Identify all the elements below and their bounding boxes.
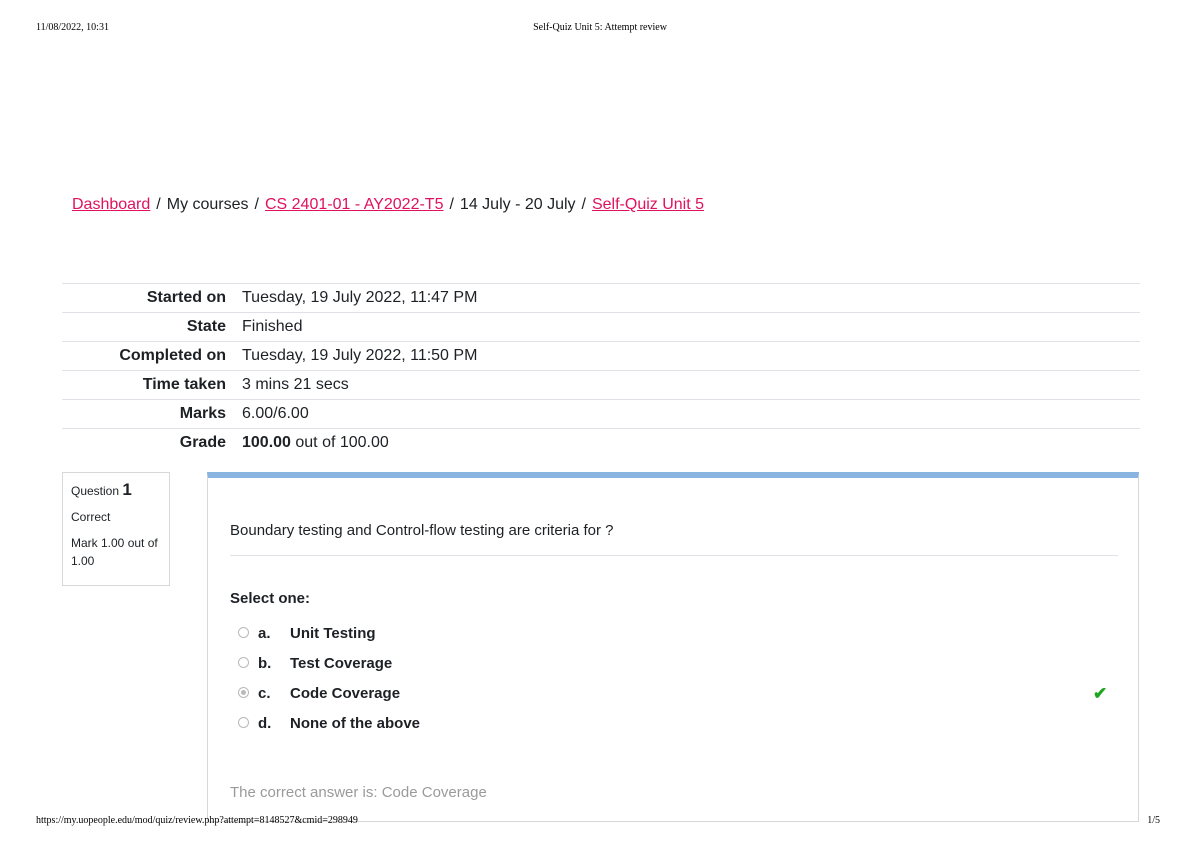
summary-row-marks: Marks 6.00/6.00 xyxy=(62,399,1140,429)
summary-label: Marks xyxy=(179,405,226,422)
correct-answer-feedback: The correct answer is: Code Coverage xyxy=(230,784,487,801)
question-number-value: 1 xyxy=(122,480,132,499)
question-label: Question xyxy=(71,484,120,498)
answer-text: Test Coverage xyxy=(290,655,393,672)
answer-option-b[interactable]: b. Test Coverage xyxy=(238,649,1118,679)
summary-value: 3 mins 21 secs xyxy=(242,376,349,393)
radio-button[interactable] xyxy=(238,716,249,728)
summary-label: State xyxy=(186,318,226,335)
summary-row-grade: Grade 100.00 out of 100.00 xyxy=(62,428,1140,458)
answer-text: Code Coverage xyxy=(290,685,401,702)
summary-label: Grade xyxy=(179,434,226,451)
question-content: Boundary testing and Control-flow testin… xyxy=(207,472,1139,822)
summary-value: Tuesday, 19 July 2022, 11:47 PM xyxy=(242,289,478,306)
summary-value: Finished xyxy=(242,318,303,335)
print-title: Self-Quiz Unit 5: Attempt review xyxy=(533,22,667,33)
attempt-summary-table: Started on Tuesday, 19 July 2022, 11:47 … xyxy=(62,283,1140,457)
breadcrumb: Dashboard / My courses / CS 2401-01 - AY2022… xyxy=(72,196,704,214)
summary-label: Completed on xyxy=(119,347,226,364)
answer-letter: a. xyxy=(258,625,271,642)
summary-label: Started on xyxy=(146,289,226,306)
breadcrumb-separator: / xyxy=(581,196,586,213)
grade-score: 100.00 xyxy=(242,434,291,451)
breadcrumb-dashboard-link[interactable]: Dashboard xyxy=(72,196,150,213)
summary-row-started: Started on Tuesday, 19 July 2022, 11:47 … xyxy=(62,283,1140,313)
radio-button[interactable] xyxy=(238,656,249,668)
answer-text: None of the above xyxy=(290,715,421,732)
question-number: Question 1 xyxy=(71,481,169,500)
breadcrumb-my-courses: My courses xyxy=(166,196,249,213)
summary-row-completed: Completed on Tuesday, 19 July 2022, 11:5… xyxy=(62,341,1140,371)
answer-option-d[interactable]: d. None of the above xyxy=(238,709,1118,739)
breadcrumb-course-link[interactable]: CS 2401-01 - AY2022-T5 xyxy=(265,196,443,213)
answer-option-c[interactable]: c. Code Coverage ✔ xyxy=(238,679,1118,709)
radio-button-selected[interactable] xyxy=(238,686,249,698)
answer-list: a. Unit Testing b. Test Coverage c. Code Co… xyxy=(238,619,1118,739)
grade-out-of: out of 100.00 xyxy=(290,434,389,451)
summary-value: Tuesday, 19 July 2022, 11:50 PM xyxy=(242,347,478,364)
summary-row-time-taken: Time taken 3 mins 21 secs xyxy=(62,370,1140,400)
breadcrumb-separator: / xyxy=(254,196,259,213)
breadcrumb-week: 14 July - 20 July xyxy=(459,196,576,213)
answer-option-a[interactable]: a. Unit Testing xyxy=(238,619,1118,649)
answer-text: Unit Testing xyxy=(290,625,376,642)
select-one-prompt: Select one: xyxy=(230,590,311,607)
summary-value: 6.00/6.00 xyxy=(242,405,309,422)
answer-letter: c. xyxy=(258,685,271,702)
answer-letter: b. xyxy=(258,655,272,672)
breadcrumb-separator: / xyxy=(156,196,161,213)
breadcrumb-separator: / xyxy=(449,196,454,213)
summary-value: 100.00 out of 100.00 xyxy=(234,429,1140,458)
print-page-number: 1/5 xyxy=(1147,815,1160,826)
question-info-panel: Question 1 Correct Mark 1.00 out of 1.00 xyxy=(62,472,170,586)
breadcrumb-quiz-link[interactable]: Self-Quiz Unit 5 xyxy=(592,196,704,213)
summary-row-state: State Finished xyxy=(62,312,1140,342)
question-mark: Mark 1.00 out of 1.00 xyxy=(71,536,158,568)
check-icon: ✔ xyxy=(1093,684,1108,703)
summary-label: Time taken xyxy=(142,376,226,393)
answer-letter: d. xyxy=(258,715,272,732)
question-text: Boundary testing and Control-flow testin… xyxy=(230,522,1118,556)
print-url: https://my.uopeople.edu/mod/quiz/review.… xyxy=(36,815,358,826)
radio-button[interactable] xyxy=(238,626,249,638)
question-status: Correct xyxy=(71,510,111,524)
